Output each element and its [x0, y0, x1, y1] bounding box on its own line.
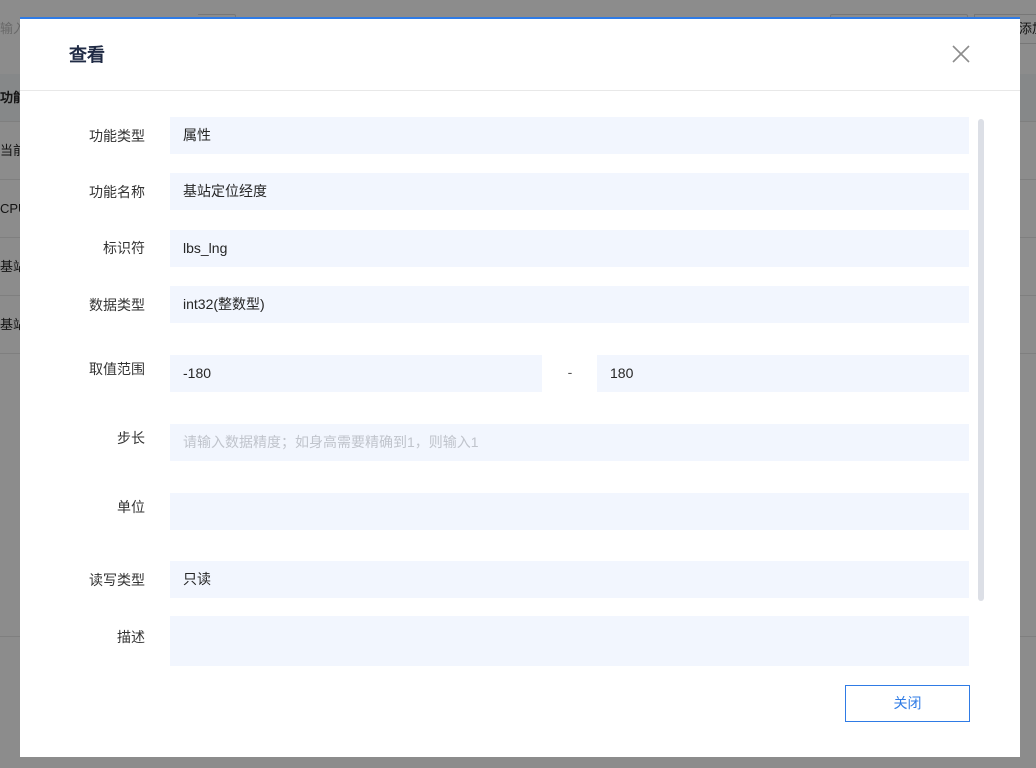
- close-icon-svg: [952, 45, 970, 63]
- scrollbar-thumb[interactable]: [978, 119, 984, 601]
- description-label: 描述: [117, 629, 145, 645]
- unit-field[interactable]: [170, 493, 969, 530]
- range-max-field[interactable]: 180: [597, 355, 969, 392]
- identifier-field[interactable]: lbs_lng: [170, 230, 969, 267]
- range-min-field[interactable]: -180: [170, 355, 542, 392]
- identifier-label: 标识符: [103, 240, 145, 256]
- close-icon[interactable]: [950, 43, 972, 65]
- step-field[interactable]: 请输入数据精度；如身高需要精确到1，则输入1: [170, 424, 969, 461]
- range-separator: -: [567, 364, 573, 380]
- unit-label: 单位: [117, 499, 145, 515]
- function-name-label: 功能名称: [89, 184, 145, 200]
- close-button[interactable]: 关闭: [845, 685, 970, 722]
- modal-body: 功能类型 属性 功能名称 基站定位经度 标识符 lbs_lng 数据类型 int…: [70, 117, 985, 667]
- modal-footer: 关闭: [20, 667, 1020, 757]
- modal-header: 查看: [20, 19, 1020, 91]
- function-type-field[interactable]: 属性: [170, 117, 969, 154]
- step-label: 步长: [117, 430, 145, 446]
- rw-type-field[interactable]: 只读: [170, 561, 969, 598]
- value-range-label: 取值范围: [89, 361, 145, 377]
- data-type-label: 数据类型: [89, 297, 145, 313]
- modal-title: 查看: [69, 45, 105, 65]
- rw-type-label: 读写类型: [89, 572, 145, 588]
- scrollbar[interactable]: [977, 117, 985, 667]
- description-textarea[interactable]: [170, 616, 969, 666]
- function-name-field[interactable]: 基站定位经度: [170, 173, 969, 210]
- function-type-label: 功能类型: [89, 128, 145, 144]
- data-type-field[interactable]: int32(整数型): [170, 286, 969, 323]
- view-modal: 查看 功能类型 属性 功能名称 基站定位经度 标识符 lbs_lng 数据类型 …: [20, 17, 1020, 757]
